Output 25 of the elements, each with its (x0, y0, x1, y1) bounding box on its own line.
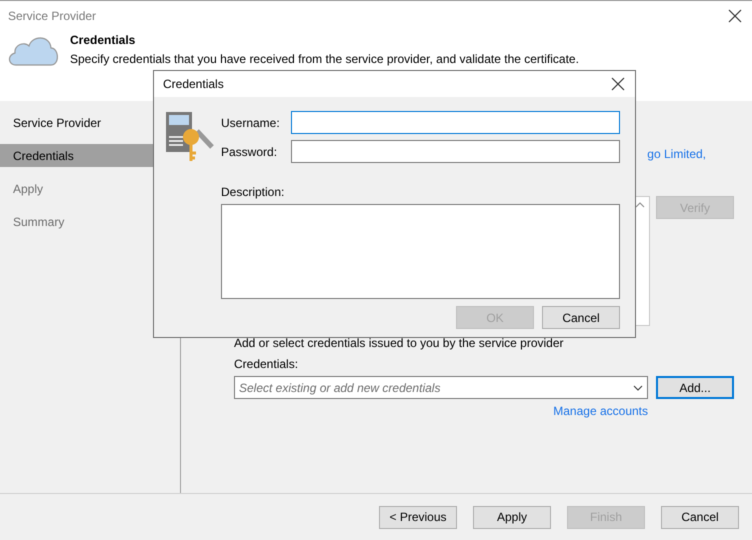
credentials-label: Credentials: (234, 356, 300, 373)
description-label: Description: (221, 184, 286, 201)
scroll-up-icon[interactable] (635, 201, 645, 209)
password-label: Password: (221, 144, 278, 160)
credentials-dropdown[interactable]: Select existing or add new credentials (234, 376, 648, 399)
dialog-title: Credentials (163, 76, 224, 93)
close-icon[interactable] (728, 9, 742, 23)
add-button[interactable]: Add... (656, 376, 734, 399)
chevron-down-icon (633, 384, 643, 390)
header-title: Credentials (70, 32, 136, 49)
password-field[interactable] (291, 140, 620, 163)
username-label: Username: (221, 114, 281, 132)
dialog-close-icon[interactable] (611, 77, 625, 91)
footer-button[interactable]: Apply (473, 506, 551, 528)
instruction-text: Add or select credentials issued to you by the service provider (234, 335, 565, 352)
header-subtitle: Specify credentials that you have received from the service provider, and validate the certificate. (70, 51, 579, 68)
manage-accounts-link[interactable]: Manage accounts (553, 402, 648, 420)
credentials-key-icon (165, 111, 215, 163)
username-field[interactable] (291, 111, 620, 134)
description-field[interactable] (221, 204, 620, 299)
provider-link[interactable]: go Limited, (647, 145, 706, 165)
footer-button[interactable]: Cancel (661, 506, 739, 528)
dialog-button[interactable]: Cancel (542, 306, 620, 329)
window-title: Service Provider (8, 8, 96, 25)
footer-button[interactable]: < Previous (379, 506, 457, 528)
